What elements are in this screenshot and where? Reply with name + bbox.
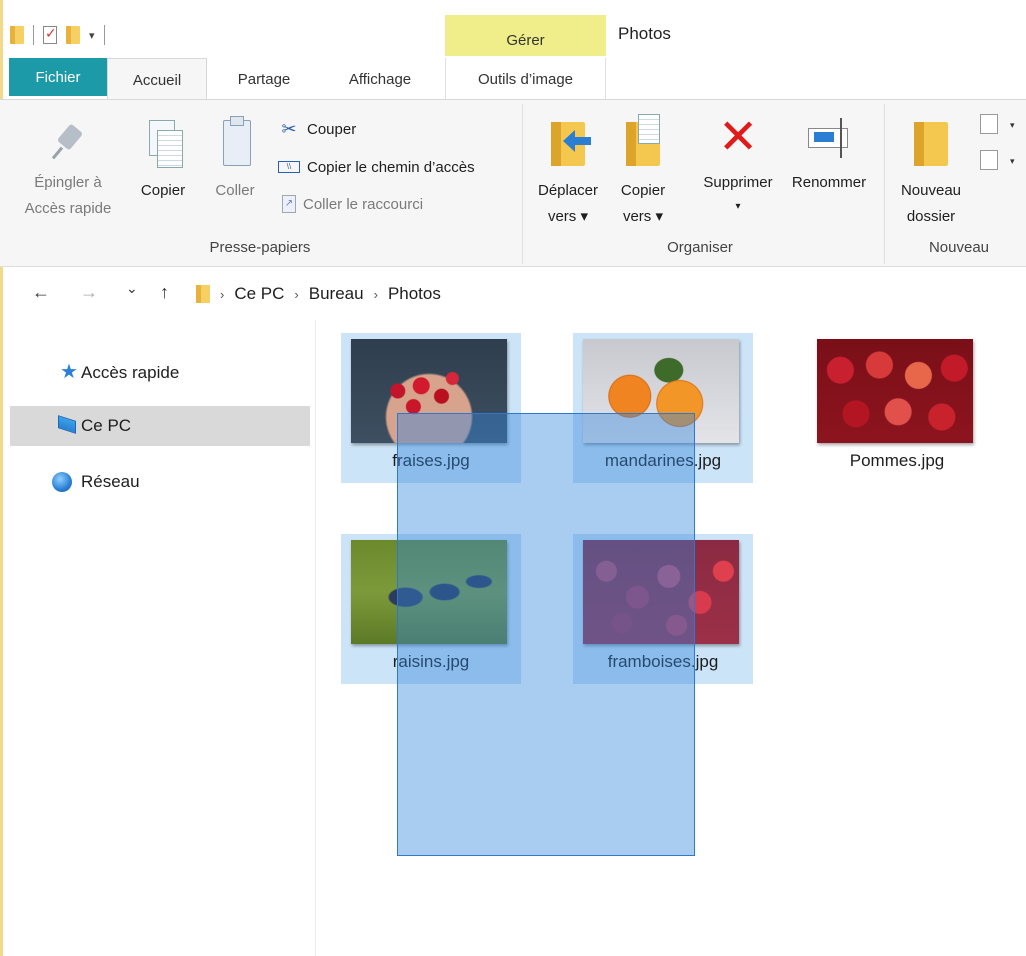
breadcrumb-separator[interactable]: ›: [294, 287, 298, 302]
copy-icon: [145, 114, 183, 170]
group-divider: [884, 104, 885, 264]
cut-button[interactable]: ✂ Couper: [278, 116, 356, 142]
copy-button[interactable]: Copier: [130, 114, 196, 204]
ribbon: Épingler à Accès rapide Copier Coller ✂ …: [0, 99, 1026, 267]
breadcrumb: › Ce PC › Bureau › Photos: [196, 284, 441, 304]
toolbar-divider: [103, 25, 105, 45]
rename-icon: [806, 114, 852, 162]
selection-marquee: [397, 413, 695, 856]
tab-view[interactable]: Affichage: [320, 58, 440, 100]
customize-toolbar-dropdown[interactable]: ▾: [89, 29, 95, 42]
forward-button[interactable]: →: [80, 282, 98, 303]
move-to-button[interactable]: Déplacer vers ▾: [530, 114, 606, 230]
new-item-icon[interactable]: [980, 114, 998, 134]
copy-to-button[interactable]: Copier vers ▾: [608, 114, 678, 230]
tab-home[interactable]: Accueil: [107, 58, 207, 101]
computer-icon: [58, 415, 80, 438]
copy-path-icon: \\: [278, 161, 300, 173]
up-button[interactable]: ↑: [160, 282, 169, 303]
contextual-tab-header-label: Gérer: [506, 32, 545, 49]
pin-icon: [50, 122, 86, 162]
tab-file[interactable]: Fichier: [9, 58, 107, 96]
folder-icon: [196, 285, 210, 303]
properties-icon[interactable]: [43, 25, 57, 44]
copy-path-button[interactable]: \\ Copier le chemin d’accès: [278, 154, 475, 180]
rename-button[interactable]: Renommer: [784, 114, 874, 196]
back-button[interactable]: ←: [32, 282, 50, 303]
new-folder-button[interactable]: Nouveau dossier: [890, 114, 972, 230]
breadcrumb-item-photos[interactable]: Photos: [388, 284, 441, 304]
move-to-label-line1: Déplacer: [537, 182, 599, 199]
move-to-icon: [545, 114, 591, 170]
pin-to-quick-access-button[interactable]: Épingler à Accès rapide: [18, 122, 118, 222]
file-name: Pommes.jpg: [849, 451, 945, 470]
file-item-pommes[interactable]: Pommes.jpg: [807, 333, 987, 483]
new-folder-icon[interactable]: [66, 26, 80, 44]
toolbar-divider: [33, 25, 34, 45]
network-icon: [52, 472, 74, 492]
paste-shortcut-button[interactable]: ↗ Coller le raccourci: [282, 191, 423, 217]
breadcrumb-separator[interactable]: ›: [374, 287, 378, 302]
breadcrumb-item-bureau[interactable]: Bureau: [309, 284, 364, 304]
new-folder-icon: [914, 118, 948, 166]
text-cursor-icon: [840, 118, 842, 158]
copy-to-icon: [620, 114, 666, 170]
copy-path-label: Copier le chemin d’accès: [307, 158, 475, 176]
delete-x-icon: ✕: [718, 111, 759, 164]
recent-locations-button[interactable]: ⌄: [126, 280, 138, 297]
paste-label: Coller: [215, 182, 255, 199]
window-title: Photos: [618, 24, 671, 43]
paste-icon: [217, 114, 253, 170]
arrow-left-icon: [563, 130, 591, 152]
new-folder-label-line1: Nouveau: [900, 182, 962, 199]
folder-icon[interactable]: [10, 26, 24, 44]
copy-label: Copier: [140, 182, 186, 199]
paste-button[interactable]: Coller: [204, 114, 266, 204]
breadcrumb-separator[interactable]: ›: [220, 287, 224, 302]
delete-dropdown-caret[interactable]: ▾: [692, 196, 784, 218]
pin-label-line2: Accès rapide: [24, 200, 112, 217]
delete-label: Supprimer: [703, 174, 773, 191]
address-bar: ← → ⌄ ↑ › Ce PC › Bureau › Photos: [0, 268, 1026, 320]
group-divider: [522, 104, 523, 264]
paste-shortcut-icon: ↗: [282, 195, 296, 213]
copy-to-label-line1: Copier: [620, 182, 666, 199]
nav-item-quick-access[interactable]: ★ Accès rapide: [10, 353, 310, 393]
new-item-dropdown-caret[interactable]: ▾: [1010, 120, 1015, 131]
new-group-label: Nouveau: [928, 239, 990, 256]
contextual-tab-header: Gérer: [445, 15, 606, 56]
easy-access-dropdown-caret[interactable]: ▾: [1010, 156, 1015, 167]
scissors-icon: ✂: [281, 118, 297, 139]
new-folder-label-line2: dossier: [906, 208, 956, 225]
nav-item-label: Ce PC: [81, 416, 132, 435]
delete-button[interactable]: ✕ Supprimer ▾: [692, 114, 784, 218]
nav-item-network[interactable]: Réseau: [10, 462, 310, 502]
easy-access-icon[interactable]: [980, 150, 998, 170]
clipboard-group-label: Presse-papiers: [209, 239, 311, 256]
breadcrumb-item-ce-pc[interactable]: Ce PC: [234, 284, 284, 304]
cut-label: Couper: [307, 120, 357, 138]
star-icon: ★: [60, 361, 78, 383]
tab-image-tools[interactable]: Outils d’image: [445, 58, 606, 100]
organize-group-label: Organiser: [667, 239, 733, 256]
nav-item-label: Réseau: [81, 472, 140, 491]
quick-access-toolbar: ▾: [10, 20, 105, 50]
tab-share[interactable]: Partage: [210, 58, 318, 100]
navigation-pane: ★ Accès rapide Ce PC Réseau: [0, 320, 316, 956]
paste-shortcut-label: Coller le raccourci: [303, 195, 424, 213]
apples-thumbnail: [817, 339, 973, 443]
ribbon-tabs: Fichier Accueil Partage Affichage Outils…: [0, 58, 1026, 101]
rename-label: Renommer: [791, 174, 867, 191]
copy-to-label-line2: vers ▾: [622, 208, 664, 225]
pin-label-line1: Épingler à: [34, 174, 102, 191]
nav-item-label: Accès rapide: [81, 363, 180, 382]
move-to-label-line2: vers ▾: [547, 208, 589, 225]
document-icon: [638, 114, 660, 144]
nav-item-this-pc[interactable]: Ce PC: [10, 406, 310, 446]
